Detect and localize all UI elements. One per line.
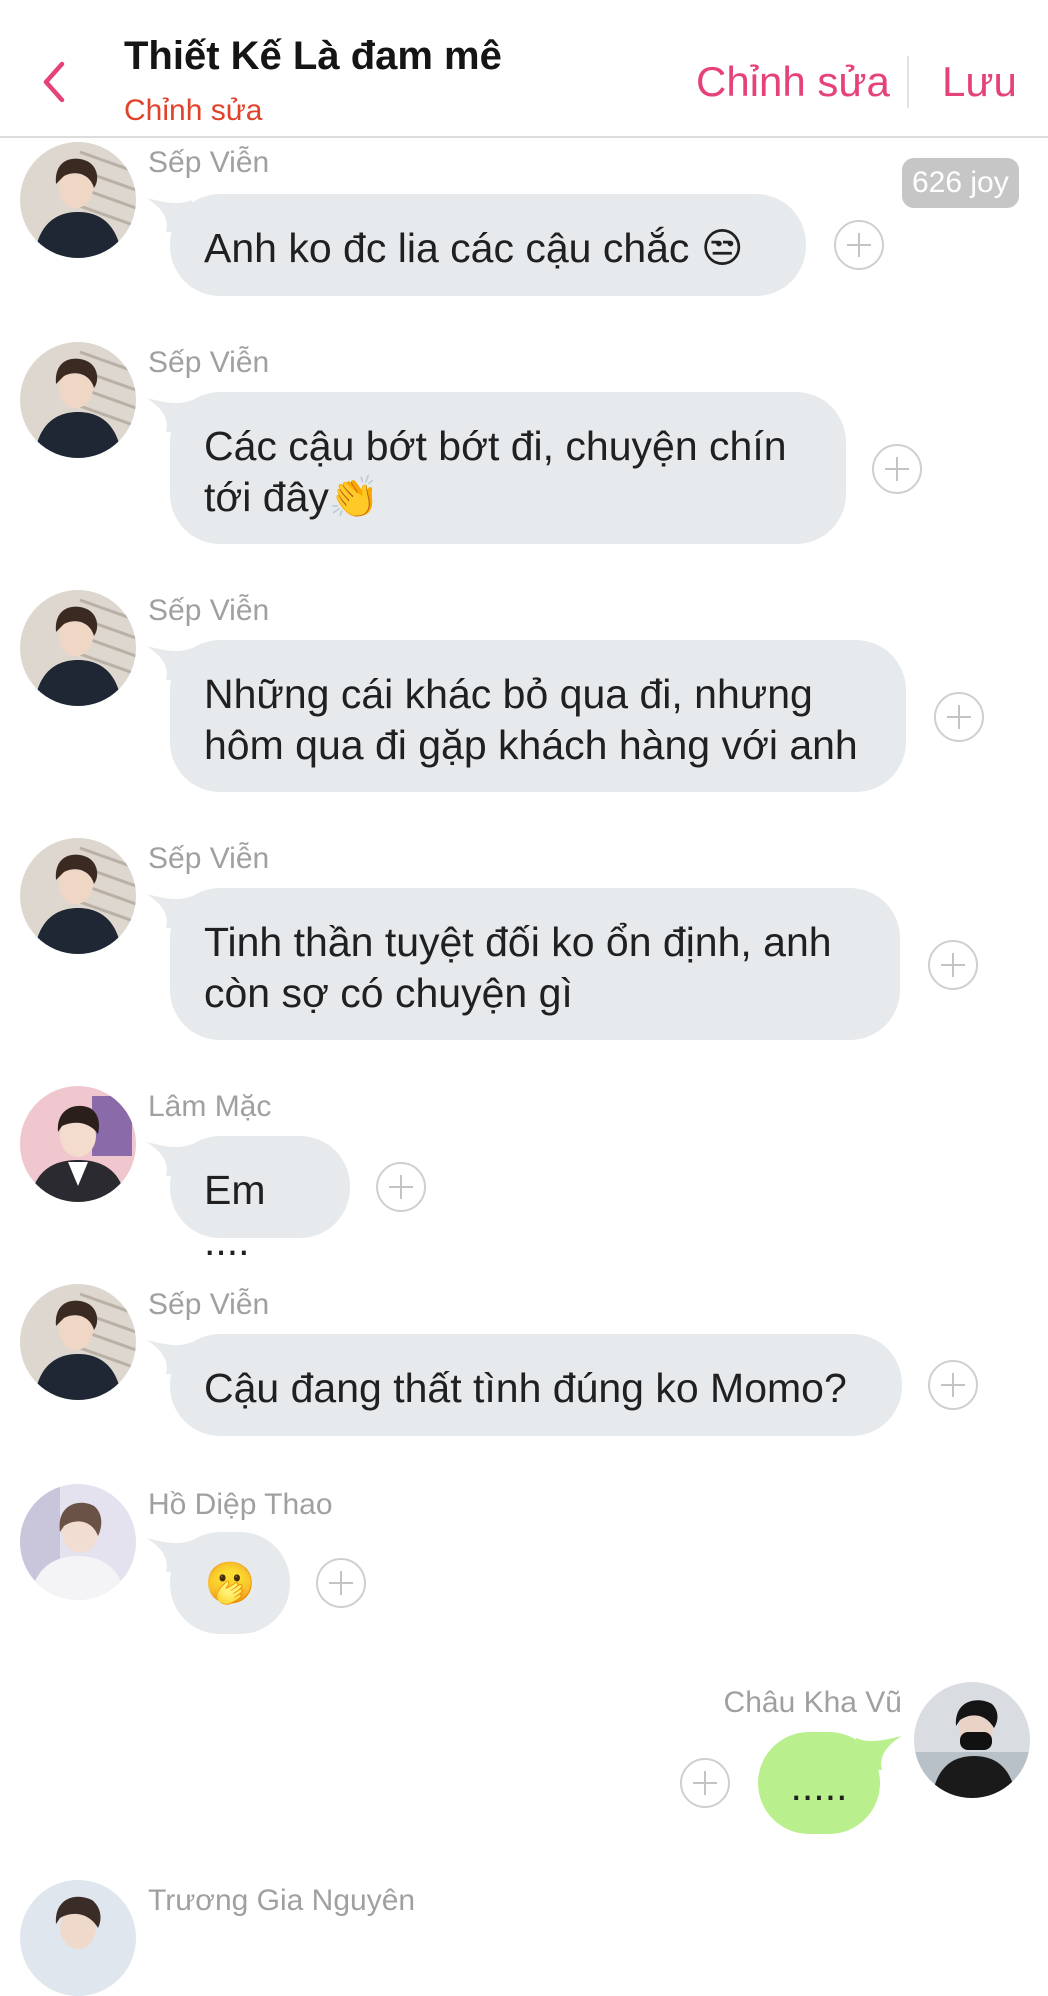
- message-text: Anh ko đc lia các cậu chắc 😒: [204, 225, 744, 271]
- sender-name: Trương Gia Nguyên: [148, 1884, 416, 1917]
- message-text-line: còn sợ có chuyện gì: [204, 970, 573, 1016]
- add-reaction-button[interactable]: [928, 1360, 978, 1410]
- sender-name: Sếp Viễn: [148, 594, 270, 627]
- avatar[interactable]: [20, 590, 136, 706]
- message-bubble[interactable]: Cậu đang thất tình đúng ko Momo?: [170, 1334, 902, 1436]
- save-button[interactable]: Lưu: [942, 58, 1017, 106]
- message-text-line: tới đây👏: [204, 474, 380, 520]
- sender-name: Lâm Mặc: [148, 1090, 272, 1123]
- avatar[interactable]: [20, 1086, 136, 1202]
- back-button[interactable]: [34, 58, 74, 106]
- chat-subtitle: Chỉnh sửa: [124, 94, 263, 127]
- message-bubble[interactable]: Những cái khác bỏ qua đi, nhưng hôm qua …: [170, 640, 906, 792]
- avatar[interactable]: [20, 838, 136, 954]
- message-text-line: Các cậu bớt bớt đi, chuyện chín: [204, 423, 787, 469]
- sender-name: Sếp Viễn: [148, 842, 270, 875]
- message-bubble[interactable]: 🫢: [170, 1532, 290, 1634]
- message-bubble[interactable]: Anh ko đc lia các cậu chắc 😒: [170, 194, 806, 296]
- message-bubble[interactable]: Các cậu bớt bớt đi, chuyện chín tới đây👏: [170, 392, 846, 544]
- add-reaction-button[interactable]: [316, 1558, 366, 1608]
- message-text: Em ....: [204, 1167, 266, 1264]
- chat-header: Thiết Kế Là đam mê Chỉnh sửa Chỉnh sửa L…: [0, 0, 1048, 138]
- message-text-line: Tinh thần tuyệt đối ko ổn định, anh: [204, 919, 832, 965]
- header-divider: [907, 56, 909, 108]
- add-reaction-button[interactable]: [680, 1758, 730, 1808]
- message-bubble[interactable]: Em ....: [170, 1136, 350, 1264]
- avatar[interactable]: [20, 1880, 136, 1996]
- chat-title: Thiết Kế Là đam mê: [124, 34, 502, 78]
- message-bubble[interactable]: Tinh thần tuyệt đối ko ổn định, anh còn …: [170, 888, 900, 1040]
- sender-name: Sếp Viễn: [148, 146, 270, 179]
- sender-name: Sếp Viễn: [148, 346, 270, 379]
- add-reaction-button[interactable]: [928, 940, 978, 990]
- avatar[interactable]: [20, 142, 136, 258]
- avatar[interactable]: [20, 1284, 136, 1400]
- avatar[interactable]: [20, 1484, 136, 1600]
- joy-badge: 626 joy: [902, 158, 1019, 208]
- message-text: 🫢: [204, 1559, 256, 1607]
- add-reaction-button[interactable]: [872, 444, 922, 494]
- chevron-left-icon: [43, 61, 65, 103]
- add-reaction-button[interactable]: [834, 220, 884, 270]
- message-text: Cậu đang thất tình đúng ko Momo?: [204, 1365, 847, 1411]
- message-bubble[interactable]: .....: [758, 1732, 880, 1834]
- sender-name: Hồ Diệp Thao: [148, 1488, 333, 1521]
- sender-name: Châu Kha Vũ: [723, 1686, 902, 1719]
- add-reaction-button[interactable]: [934, 692, 984, 742]
- message-text-line: hôm qua đi gặp khách hàng với anh: [204, 722, 858, 768]
- edit-button[interactable]: Chỉnh sửa: [696, 58, 890, 106]
- sender-name: Sếp Viễn: [148, 1288, 270, 1321]
- message-text: .....: [790, 1763, 848, 1809]
- add-reaction-button[interactable]: [376, 1162, 426, 1212]
- avatar[interactable]: [914, 1682, 1030, 1798]
- message-text-line: Những cái khác bỏ qua đi, nhưng: [204, 671, 813, 717]
- avatar[interactable]: [20, 342, 136, 458]
